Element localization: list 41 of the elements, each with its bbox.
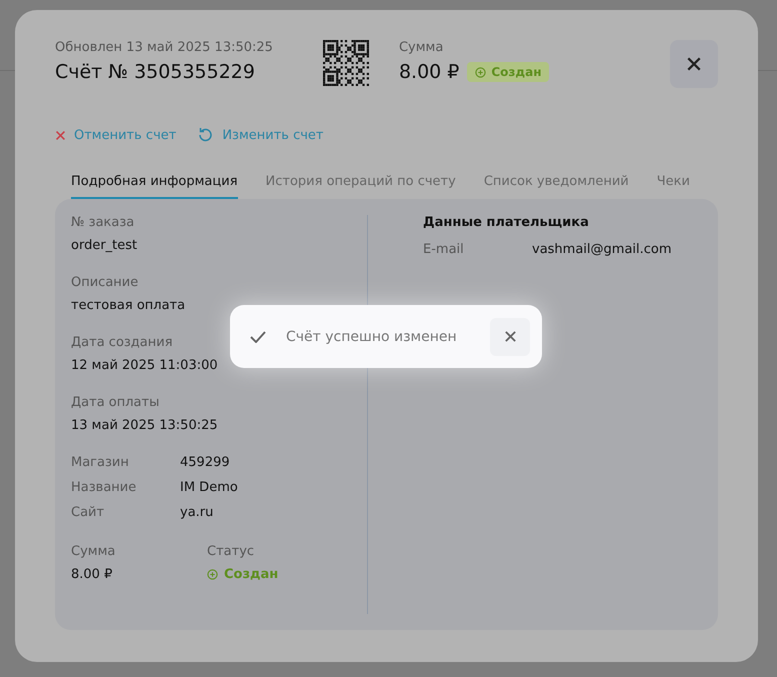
close-button[interactable] — [670, 40, 718, 88]
field-value: 13 май 2025 13:50:25 — [71, 418, 218, 433]
field-value: vashmail@gmail.com — [532, 242, 672, 257]
field-label: Дата создания — [71, 335, 173, 350]
status-label: Создан — [491, 65, 542, 79]
field-label: Название — [71, 480, 138, 495]
cross-icon — [55, 130, 66, 140]
amount-label: Сумма — [398, 40, 444, 55]
field-value: 12 май 2025 11:03:00 — [71, 358, 218, 373]
close-icon — [686, 56, 702, 72]
tab[interactable]: Чеки — [656, 174, 690, 199]
close-icon — [504, 330, 516, 343]
field-value: order_test — [71, 238, 138, 253]
tab[interactable]: История операций по счету — [266, 174, 456, 199]
field-value: IM Demo — [180, 480, 239, 495]
plus-circle-icon — [207, 569, 218, 580]
field-label: Описание — [71, 275, 138, 290]
toast-close-button[interactable] — [490, 318, 530, 356]
field-label: Дата оплаты — [71, 395, 160, 410]
invoice-title: Счёт № 3505355229 — [55, 61, 256, 83]
field-value: 459299 — [180, 455, 231, 470]
edit-invoice-link[interactable]: Изменить счет — [196, 126, 324, 144]
field-value: тестовая оплата — [71, 298, 186, 313]
field-label: Сумма — [71, 544, 116, 559]
field-label: E-mail — [423, 242, 465, 257]
status-value: Создан — [224, 567, 278, 582]
payer-title: Данные плательщика — [423, 215, 590, 230]
field-label: Статус — [207, 544, 256, 559]
updated-date: Обновлен 13 май 2025 13:50:25 — [55, 40, 273, 55]
cancel-invoice-link[interactable]: Отменить счет — [55, 126, 176, 144]
qr-code-icon — [322, 40, 369, 86]
check-icon — [250, 330, 266, 342]
field-label: Магазин — [71, 455, 130, 470]
field-value: 8.00 ₽ — [71, 567, 114, 582]
field-value: ya.ru — [180, 505, 214, 520]
field-label: № заказа — [71, 215, 134, 230]
amount-value: 8.00 ₽ — [398, 61, 460, 83]
toast-message: Счёт успешно изменен — [286, 328, 458, 344]
tab[interactable]: Список уведомлений — [484, 174, 629, 199]
field-label: Сайт — [71, 505, 106, 520]
plus-circle-icon — [475, 66, 486, 78]
